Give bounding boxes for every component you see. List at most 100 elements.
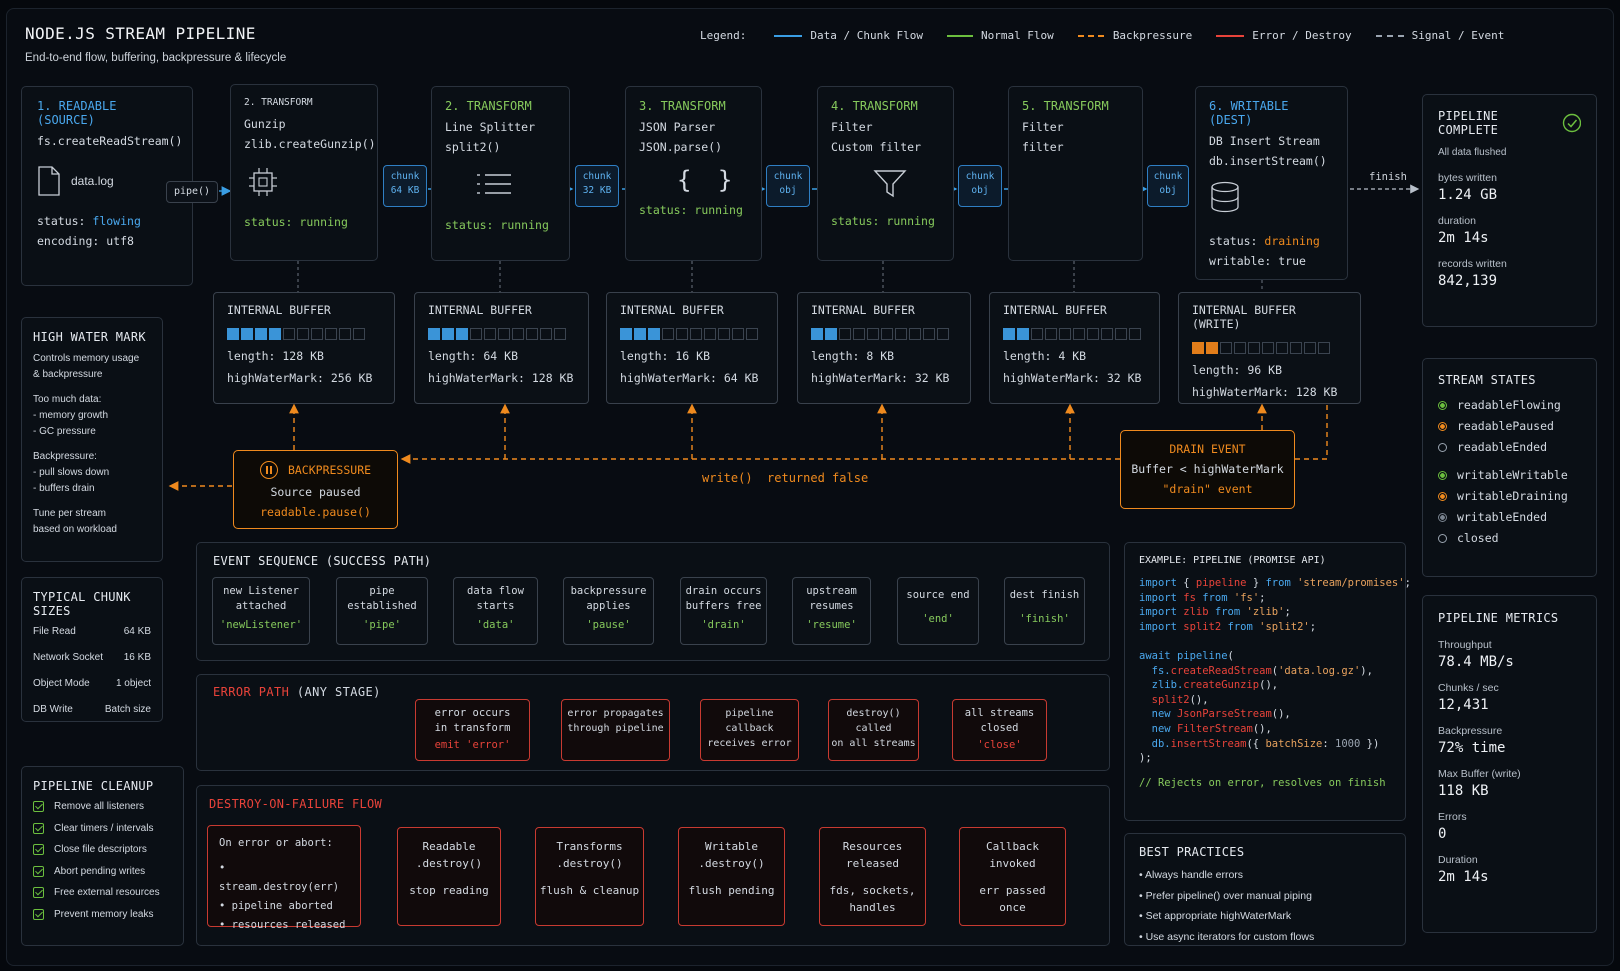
state-item: writableDraining [1438,486,1581,507]
buffer-segment [1276,341,1288,354]
file-icon [38,166,60,196]
buffer-segment [853,327,865,340]
cleanup-item: Remove all listeners [33,801,172,823]
writable-status-label: status: [1209,234,1258,248]
state-item: writableEnded [1438,507,1581,528]
buffer-segment [704,327,716,340]
buffer-segment [554,327,566,340]
source-api: fs.createReadStream() [37,134,183,148]
buffer-length: length: 4 KB [1003,349,1087,363]
buffer-segment [1304,341,1316,354]
buffer-fill-bar [428,326,575,340]
internal-buffer: INTERNAL BUFFER length: 4 KB highWaterMa… [989,292,1160,404]
event-step: data flow starts'data' [453,577,538,645]
state-dot-icon [1438,492,1447,501]
state-dot-icon [1438,422,1447,431]
braces-icon: { } [677,166,739,194]
check-circle-icon [1562,113,1581,133]
hwm-title: HIGH WATER MARK [33,330,146,344]
state-dot-icon [1438,443,1447,452]
state-item: writableWritable [1438,465,1581,486]
cleanup-item: Close file descriptors [33,844,172,866]
hwm-desc: & backpressure [33,369,103,380]
stage-name: Line Splitter [445,120,536,134]
chunk-size-row: DB Write Batch size [33,704,151,715]
cleanup-title: PIPELINE CLEANUP [33,779,154,793]
state-label: readableFlowing [1457,398,1561,412]
state-item: readablePaused [1438,416,1581,437]
buffer-segment [1031,327,1043,340]
buffer-fill-bar [227,326,381,340]
chunk-label: chunk [773,171,803,182]
destroy-bullet: • stream.destroy(err) [219,862,340,893]
internal-buffer: INTERNAL BUFFER length: 8 KB highWaterMa… [797,292,971,404]
buffer-fill-bar [620,326,764,340]
legend: Legend: Data / Chunk Flow Normal Flow Ba… [700,29,1504,42]
practice-item: • Use async iterators for custom flows [1139,930,1315,943]
stage-api: split2() [445,140,501,154]
internal-buffer: INTERNAL BUFFER length: 16 KB highWaterM… [606,292,778,404]
chunk-size: obj [971,185,989,196]
stage-status: running [299,215,348,229]
buffer-segment [620,327,632,340]
buffer-segment [662,327,674,340]
legend-item-signal: Signal / Event [1411,29,1505,42]
buffer-segment [311,327,323,340]
hwm-bullet: - pull slows down [33,467,110,478]
stage-filter: 4. TRANSFORM Filter Custom filter status… [817,86,954,261]
buffer-hwm: highWaterMark: 256 KB [227,371,373,385]
backpressure-title: BACKPRESSURE [287,463,372,477]
practice-item: • Prefer pipeline() over manual piping [1139,889,1312,902]
error-step: pipeline callback receives error [700,699,799,761]
metric-label: duration [1438,215,1476,227]
buffer-segment [1192,341,1204,354]
state-item: closed [1438,528,1581,549]
chunk-size-row: Object Mode 1 object [33,678,151,689]
buffer-length: length: 16 KB [620,349,711,363]
chunk-size: obj [779,185,797,196]
event-step: dest finish'finish' [1004,577,1085,645]
best-practices-title: BEST PRACTICES [1139,845,1245,859]
states-title: STREAM STATES [1438,373,1536,387]
backpressure-line2: readable.pause() [260,505,371,519]
metric-value: 118 KB [1438,783,1489,799]
state-label: readablePaused [1457,419,1554,433]
stage-status: running [694,203,743,217]
metric-value: 78.4 MB/s [1438,654,1514,670]
buffer-segment [1003,327,1015,340]
buffer-segment [1262,341,1274,354]
chunk-sizes-panel: TYPICAL CHUNK SIZES File Read 64 KB Netwo… [21,577,163,722]
event-step: pipe established'pipe' [336,577,428,645]
state-dot-icon [1438,534,1447,543]
chunk-label: chunk [965,171,995,182]
buffer-segment [1318,341,1330,354]
pipe-badge: pipe() [166,181,218,203]
backpressure-line1: Source paused [270,485,361,499]
code-comment: // Rejects on error, resolves on finish [1139,776,1386,789]
buffer-length: length: 96 KB [1192,363,1283,377]
hwm-bullet: - buffers drain [33,483,95,494]
state-item: readableFlowing [1438,395,1581,416]
chunk-badge: chunk obj [766,165,810,207]
buffer-hwm: highWaterMark: 128 KB [1192,385,1338,399]
buffer-segment [255,327,267,340]
legend-item-data: Data / Chunk Flow [810,29,923,42]
event-step: source end'end' [897,577,979,645]
buffer-title: INTERNAL BUFFER [811,303,915,317]
buffer-title: INTERNAL BUFFER (WRITE) [1192,303,1296,331]
database-icon [1211,181,1239,213]
stage-status-label: status: [445,218,494,232]
error-step: all streams closed'close' [952,699,1047,761]
buffer-segment [881,327,893,340]
event-step: upstream resumes'resume' [792,577,871,645]
stage-gunzip: 2. TRANSFORM Gunzip zlib.createGunzip() … [230,84,378,261]
buffer-hwm: highWaterMark: 64 KB [620,371,759,385]
buffer-segment [648,327,660,340]
buffer-segment [825,327,837,340]
stage-title: 2. TRANSFORM [244,97,313,108]
drain-title: DRAIN EVENT [1169,442,1246,456]
check-icon [33,844,44,855]
stage-api: Custom filter [831,140,922,154]
buffer-segment [1129,327,1141,340]
metric-label: Errors [1438,811,1467,823]
